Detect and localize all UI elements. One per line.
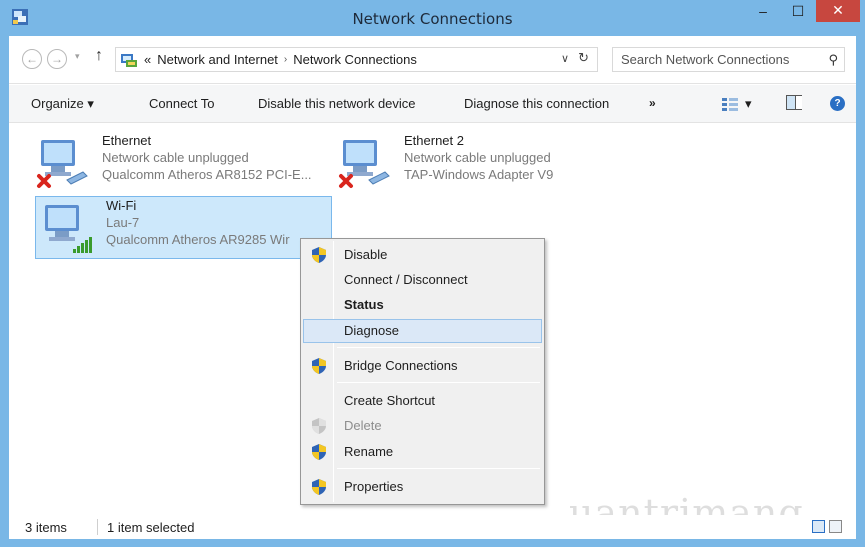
help-icon[interactable]: ? bbox=[830, 96, 845, 111]
window-title: Network Connections bbox=[352, 10, 513, 28]
menu-item-label: Properties bbox=[344, 479, 404, 494]
item-count: 3 items bbox=[25, 520, 67, 535]
wifi-adapter-icon bbox=[45, 205, 92, 253]
connection-item-ethernet[interactable]: Ethernet Network cable unplugged Qualcom… bbox=[32, 132, 332, 195]
back-button[interactable]: ← bbox=[22, 49, 42, 69]
context-menu: Disable Connect / Disconnect Status Diag… bbox=[300, 238, 545, 505]
uac-shield-icon bbox=[312, 479, 326, 495]
ethernet-adapter-icon bbox=[37, 140, 88, 188]
diagnose-connection-button[interactable]: Diagnose this connection bbox=[464, 96, 609, 111]
connection-item-ethernet-2[interactable]: Ethernet 2 Network cable unplugged TAP-W… bbox=[334, 132, 634, 195]
status-divider bbox=[97, 519, 98, 535]
menu-item-status[interactable]: Status bbox=[303, 293, 542, 317]
search-input[interactable] bbox=[613, 48, 813, 71]
disable-device-button[interactable]: Disable this network device bbox=[258, 96, 416, 111]
menu-item-properties[interactable]: Properties bbox=[303, 475, 542, 499]
more-commands-button[interactable]: » bbox=[649, 96, 656, 110]
menu-item-create-shortcut[interactable]: Create Shortcut bbox=[303, 389, 542, 413]
menu-separator bbox=[337, 347, 540, 348]
address-bar[interactable]: « Network and Internet › Network Connect… bbox=[115, 47, 598, 72]
menu-item-label: Delete bbox=[344, 418, 382, 433]
wifi-signal-bars-icon bbox=[73, 237, 92, 253]
menu-item-label: Status bbox=[344, 297, 384, 312]
refresh-icon[interactable]: ↻ bbox=[578, 50, 589, 66]
details-view-icon[interactable] bbox=[812, 520, 825, 533]
change-view-button[interactable]: ▾ bbox=[721, 94, 765, 114]
connection-status: Network cable unplugged bbox=[102, 150, 249, 165]
menu-item-diagnose[interactable]: Diagnose bbox=[303, 319, 542, 343]
selection-info: 1 item selected bbox=[107, 520, 195, 535]
menu-item-label: Diagnose bbox=[344, 323, 399, 338]
menu-item-bridge-connections[interactable]: Bridge Connections bbox=[303, 354, 542, 378]
minimize-button[interactable]: – bbox=[748, 0, 778, 22]
connection-name: Wi-Fi bbox=[106, 198, 137, 213]
search-box[interactable]: ⚲ bbox=[612, 47, 845, 72]
menu-item-label: Connect / Disconnect bbox=[344, 272, 468, 287]
connection-item-wifi[interactable]: Wi-Fi Lau-7 Qualcomm Atheros AR9285 Wir bbox=[35, 196, 332, 259]
status-bar: 3 items 1 item selected bbox=[9, 515, 856, 539]
menu-separator bbox=[337, 468, 540, 469]
menu-item-disable[interactable]: Disable bbox=[303, 243, 542, 267]
breadcrumb-network-and-internet[interactable]: Network and Internet bbox=[157, 52, 278, 67]
control-panel-icon bbox=[121, 53, 137, 67]
menu-separator bbox=[337, 382, 540, 383]
maximize-button[interactable]: ☐ bbox=[783, 0, 813, 22]
view-grid-icon bbox=[722, 98, 738, 111]
close-button[interactable]: ✕ bbox=[816, 0, 860, 22]
connection-name: Ethernet 2 bbox=[404, 133, 464, 148]
breadcrumb-separator-icon[interactable]: › bbox=[284, 54, 287, 65]
connection-status: Network cable unplugged bbox=[404, 150, 551, 165]
menu-item-connect-disconnect[interactable]: Connect / Disconnect bbox=[303, 268, 542, 292]
connect-to-button[interactable]: Connect To bbox=[149, 96, 215, 111]
search-icon[interactable]: ⚲ bbox=[828, 52, 838, 68]
connection-device: Qualcomm Atheros AR9285 Wir bbox=[106, 232, 290, 247]
preview-pane-icon[interactable] bbox=[786, 95, 802, 110]
command-bar: Organize ▾ Connect To Disable this netwo… bbox=[9, 85, 856, 123]
uac-shield-icon bbox=[312, 247, 326, 263]
menu-item-label: Disable bbox=[344, 247, 388, 262]
address-dropdown-icon[interactable]: ∨ bbox=[561, 52, 569, 65]
menu-item-rename[interactable]: Rename bbox=[303, 440, 542, 464]
disconnected-x-icon bbox=[37, 174, 51, 188]
connection-device: TAP-Windows Adapter V9 bbox=[404, 167, 554, 182]
menu-item-label: Bridge Connections bbox=[344, 358, 458, 373]
breadcrumb-network-connections[interactable]: Network Connections bbox=[293, 52, 417, 67]
disconnected-x-icon bbox=[339, 174, 353, 188]
uac-shield-icon bbox=[312, 418, 326, 434]
menu-item-label: Create Shortcut bbox=[344, 393, 436, 408]
address-row: ← → ▾ ↑ « Network and Internet › Network… bbox=[9, 36, 856, 84]
menu-item-delete: Delete bbox=[303, 414, 542, 438]
recent-locations-button[interactable]: ▾ bbox=[75, 51, 80, 62]
large-icons-view-icon[interactable] bbox=[829, 520, 842, 533]
menu-item-label: Rename bbox=[344, 444, 394, 459]
connection-name: Ethernet bbox=[102, 133, 152, 148]
ethernet-adapter-icon bbox=[339, 140, 390, 188]
breadcrumb-overflow[interactable]: « bbox=[144, 52, 151, 67]
connection-status: Lau-7 bbox=[106, 215, 140, 230]
forward-button[interactable]: → bbox=[47, 49, 67, 69]
uac-shield-icon bbox=[312, 444, 326, 460]
title-bar[interactable]: Network Connections – ☐ ✕ bbox=[0, 0, 865, 36]
connection-device: Qualcomm Atheros AR8152 PCI-E... bbox=[102, 167, 312, 182]
view-dropdown-icon[interactable]: ▾ bbox=[745, 96, 752, 112]
organize-menu-button[interactable]: Organize ▾ bbox=[31, 96, 94, 112]
up-button[interactable]: ↑ bbox=[95, 47, 103, 65]
uac-shield-icon bbox=[312, 358, 326, 374]
